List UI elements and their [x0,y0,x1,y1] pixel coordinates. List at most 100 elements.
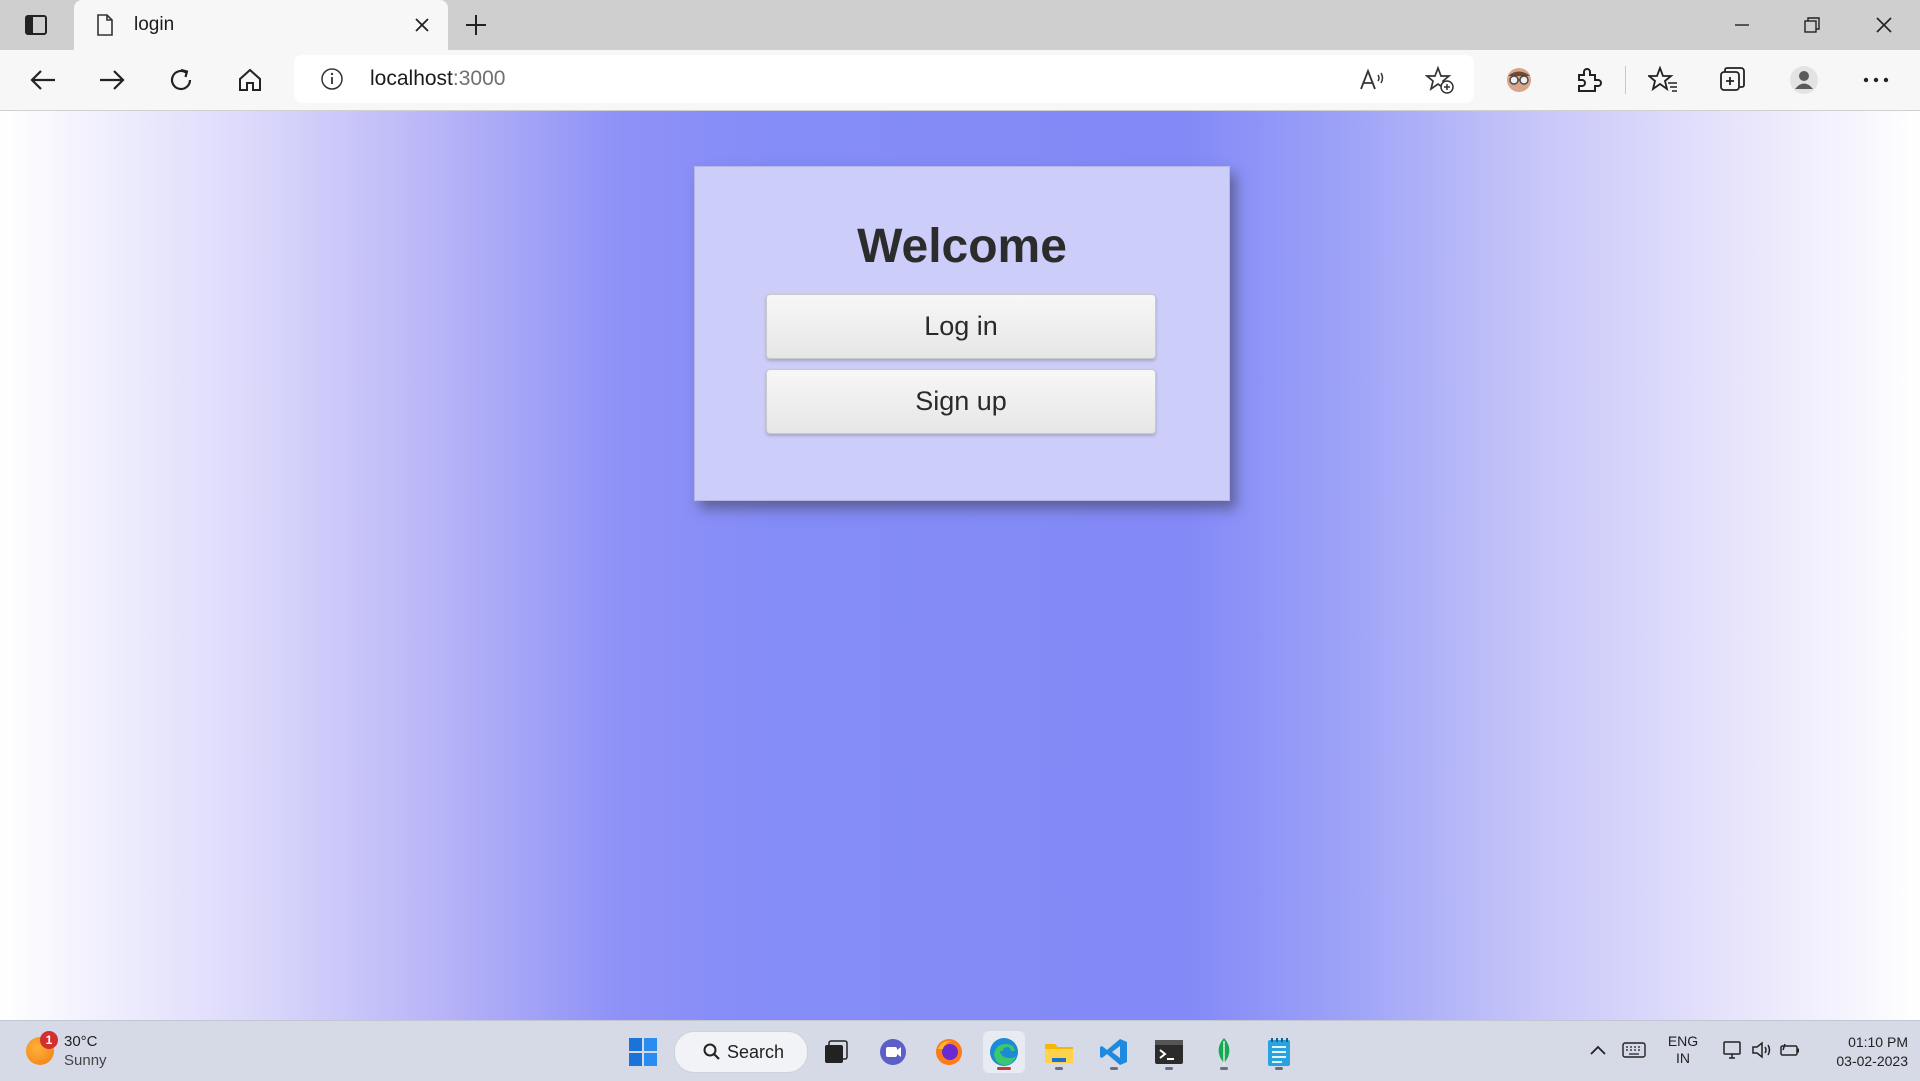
tab-title: login [134,14,175,35]
input-language-indicator[interactable]: ENG IN [1664,1033,1702,1067]
keyboard-icon [1622,1042,1646,1058]
weather-widget[interactable]: 1 30°C Sunny [26,1031,146,1073]
login-button[interactable]: Log in [766,294,1156,359]
teams-chat-button[interactable] [872,1031,914,1073]
extensions-button[interactable] [1568,60,1608,100]
running-indicator [1055,1067,1063,1070]
clock[interactable]: 01:10 PM 03-02-2023 [1808,1033,1908,1071]
volume-icon [1752,1041,1771,1059]
collections-icon [1720,67,1745,91]
refresh-button[interactable] [161,60,201,100]
weather-condition: Sunny [64,1052,107,1069]
minimize-icon [1735,24,1749,26]
search-icon [703,1043,720,1060]
close-window-button[interactable] [1854,6,1914,44]
running-indicator [1220,1067,1228,1070]
show-hidden-icons-button[interactable] [1586,1035,1610,1065]
url-port: :3000 [452,67,506,90]
close-tab-button[interactable] [408,11,436,39]
active-indicator [997,1067,1011,1070]
favorites-icon [1648,66,1677,92]
search-label: Search [727,1041,785,1062]
page-title: Welcome [857,220,1067,273]
chevron-up-icon [1590,1045,1606,1055]
more-horizontal-icon [1863,77,1889,83]
touch-keyboard-button[interactable] [1620,1035,1648,1065]
close-icon [415,18,429,32]
address-bar[interactable]: localhost:3000 [294,55,1474,103]
file-explorer-button[interactable] [1038,1031,1080,1073]
edge-button[interactable] [983,1031,1025,1073]
add-favorite-button[interactable] [1424,65,1456,95]
tab-bar: login [0,0,1920,50]
network-icon [1723,1041,1741,1059]
mongodb-compass-button[interactable] [1203,1031,1245,1073]
vscode-icon [1100,1039,1127,1065]
running-indicator [1110,1067,1118,1070]
star-add-icon [1425,66,1454,94]
tab-actions-button[interactable] [18,10,54,40]
back-button[interactable] [23,60,63,100]
page-viewport: Welcome Log in Sign up [0,111,1920,1020]
restore-button[interactable] [1782,6,1842,44]
running-indicator [1165,1067,1173,1070]
restore-icon [1804,17,1820,33]
mongodb-leaf-icon [1218,1038,1230,1066]
forward-button[interactable] [92,60,132,100]
quick-settings-button[interactable] [1716,1035,1808,1065]
clock-time: 01:10 PM [1848,1034,1908,1050]
task-view-button[interactable] [815,1031,857,1073]
plus-icon [466,15,486,35]
read-aloud-icon [1360,68,1384,90]
arrow-left-icon [30,70,55,90]
url-text[interactable]: localhost:3000 [370,67,505,91]
toolbar-divider [1625,66,1626,94]
refresh-icon [170,68,192,91]
home-button[interactable] [230,60,270,100]
new-tab-button[interactable] [458,9,494,41]
battery-icon [1780,1043,1799,1056]
browser-tab[interactable]: login [74,0,448,50]
edge-icon [990,1038,1018,1066]
taskbar: 1 30°C Sunny Search ENG IN 01:10 PM 03-0… [0,1020,1920,1081]
signup-button[interactable]: Sign up [766,369,1156,434]
start-button[interactable] [622,1031,664,1073]
running-indicator [1275,1067,1283,1070]
language-code: ENG [1667,1033,1699,1049]
puzzle-icon [1578,68,1602,92]
welcome-card: Welcome Log in Sign up [694,166,1230,501]
arrow-right-icon [100,70,125,90]
terminal-icon [1155,1040,1183,1064]
taskbar-search[interactable]: Search [674,1031,808,1073]
read-aloud-button[interactable] [1358,65,1388,95]
favorites-button[interactable] [1643,60,1683,100]
clock-date: 03-02-2023 [1836,1053,1908,1069]
page-icon [94,14,116,36]
firefox-button[interactable] [928,1031,970,1073]
notification-badge: 1 [40,1031,58,1049]
user-icon [1790,66,1818,94]
weather-temp: 30°C [64,1033,98,1050]
language-region: IN [1676,1050,1690,1066]
close-icon [1876,17,1892,33]
notepad-icon [1268,1038,1290,1066]
minimize-button[interactable] [1712,6,1772,44]
notepad-button[interactable] [1258,1031,1300,1073]
firefox-icon [936,1039,962,1065]
settings-menu-button[interactable] [1856,60,1896,100]
home-icon [239,68,261,91]
vscode-button[interactable] [1093,1031,1135,1073]
tab-actions-icon [25,15,47,35]
task-view-icon [825,1040,848,1063]
browser-toolbar: localhost:3000 [0,50,1920,111]
profile-button[interactable] [1784,60,1824,100]
avatar-extension-icon [1507,68,1531,92]
terminal-button[interactable] [1148,1031,1190,1073]
profile-extension-button[interactable] [1499,60,1539,100]
site-info-icon[interactable] [320,67,344,91]
collections-button[interactable] [1712,60,1752,100]
chat-icon [880,1039,906,1065]
windows-icon [629,1038,657,1066]
folder-icon [1045,1044,1073,1063]
url-host: localhost [370,67,453,90]
